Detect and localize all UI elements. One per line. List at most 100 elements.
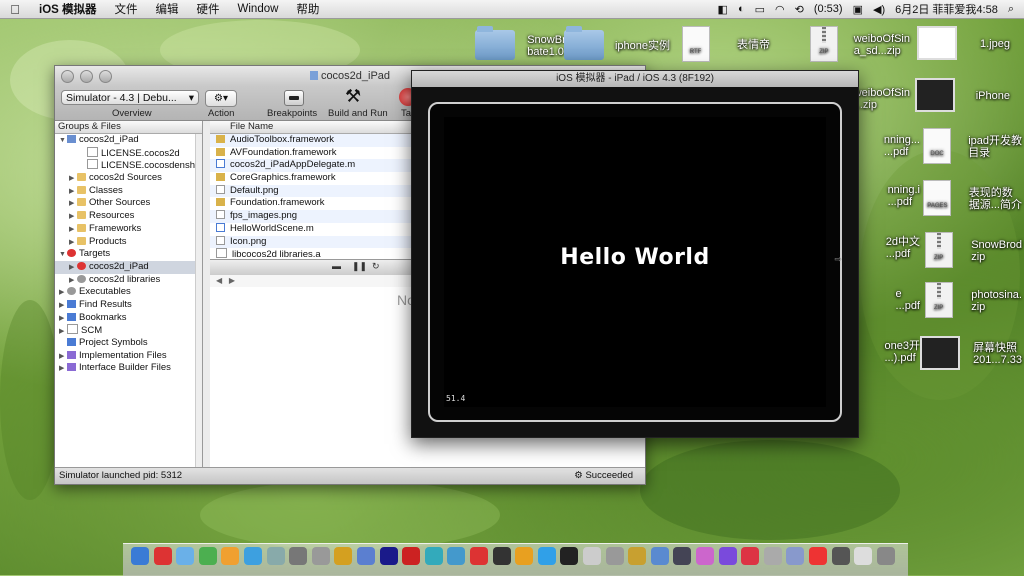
dock-app-icon[interactable] xyxy=(447,547,466,565)
dock-app-icon[interactable] xyxy=(537,547,556,565)
volume-icon[interactable]: ◀) xyxy=(873,3,885,16)
tree-item[interactable]: ▶ Products xyxy=(55,236,202,249)
dock-app-icon[interactable] xyxy=(718,547,737,565)
battery-label[interactable]: (0:53) xyxy=(814,3,843,15)
dock-app-icon[interactable] xyxy=(357,547,375,565)
disclosure-triangle-icon[interactable]: ▶ xyxy=(59,363,67,376)
status-icon-1[interactable]: ◧ xyxy=(718,3,728,16)
dock-app-icon[interactable] xyxy=(854,547,873,565)
apple-menu-icon[interactable]:  xyxy=(0,2,30,17)
spotlight-icon[interactable]: ⌕ xyxy=(1008,3,1014,16)
nav-back-icon[interactable]: ◀ xyxy=(216,276,222,285)
desktop-icon[interactable]: iphone实例 xyxy=(560,26,670,62)
pause-icon[interactable]: ❚❚ xyxy=(352,261,367,272)
tree-item[interactable]: ▶ SCM xyxy=(55,324,202,337)
wifi-icon[interactable]: ◠ xyxy=(775,3,785,16)
dock-app-icon[interactable] xyxy=(763,547,782,565)
groups-scrollbar[interactable] xyxy=(195,134,202,468)
tree-item[interactable]: Project Symbols xyxy=(55,337,202,350)
dock-app-icon[interactable] xyxy=(876,547,895,565)
dock-app-icon[interactable] xyxy=(153,547,172,565)
dock-app-icon[interactable] xyxy=(809,547,827,565)
tree-item[interactable]: ▶ Find Results xyxy=(55,299,202,312)
file-type-badge: ZIP xyxy=(933,305,944,311)
tree-item[interactable]: LICENSE.cocosdenshion xyxy=(55,159,202,172)
desktop-icon[interactable]: ZIP weiboOfSin a_sd...zip xyxy=(800,26,910,64)
tree-item[interactable]: ▶ Resources xyxy=(55,210,202,223)
desktop-icon-label: 屏幕快照 201...7.33 xyxy=(973,342,1022,366)
dock-app-icon[interactable] xyxy=(628,547,647,565)
menu-window[interactable]: Window xyxy=(229,3,288,15)
input-method-icon[interactable]: ▣ xyxy=(853,3,863,16)
dock-app-icon[interactable] xyxy=(131,547,149,565)
breakpoint-toggle-icon[interactable]: ▬ xyxy=(332,261,341,271)
screen-icon[interactable]: ▭ xyxy=(755,3,765,16)
close-button[interactable] xyxy=(61,70,74,83)
step-icon[interactable]: ↻ xyxy=(372,261,380,272)
clock[interactable]: 6月2日 菲菲爱我4:58 xyxy=(895,1,998,17)
menu-file[interactable]: 文件 xyxy=(106,1,147,17)
desktop-icon[interactable]: RTF 表情帝 xyxy=(660,26,770,64)
tree-item[interactable]: LICENSE.cocos2d xyxy=(55,146,202,160)
dock-app-icon[interactable] xyxy=(560,547,579,565)
tree-item[interactable]: ▶ Bookmarks xyxy=(55,312,202,325)
tree-item[interactable]: ▼ Targets xyxy=(55,248,202,261)
dock-app-icon[interactable] xyxy=(515,547,534,565)
dock-app-icon[interactable] xyxy=(311,547,330,565)
desktop-icon[interactable]: DOC ipad开发教 目录 xyxy=(912,128,1022,166)
dock-app-icon[interactable] xyxy=(786,547,805,565)
dock-app-icon[interactable] xyxy=(198,547,217,565)
tree-item[interactable]: ▶ Implementation Files xyxy=(55,350,202,363)
dock-app-icon[interactable] xyxy=(289,547,308,565)
tree-item[interactable]: ▶ Other Sources xyxy=(55,197,202,210)
menu-help[interactable]: 帮助 xyxy=(287,1,328,17)
home-button-icon[interactable]: ⇨ xyxy=(834,254,842,265)
dock-app-icon[interactable] xyxy=(492,547,511,565)
dock-app-icon[interactable] xyxy=(334,547,353,565)
simulator-titlebar[interactable]: iOS 模拟器 - iPad / iOS 4.3 (8F192) xyxy=(412,71,858,87)
dock-app-icon[interactable] xyxy=(402,547,421,565)
ipad-screen[interactable]: Hello World 51.4 xyxy=(444,117,826,407)
dock-app-icon[interactable] xyxy=(379,547,398,565)
tree-item[interactable]: ▶ Frameworks xyxy=(55,223,202,236)
desktop-icon[interactable]: 1.jpeg xyxy=(900,26,1010,62)
menu-edit[interactable]: 编辑 xyxy=(147,1,188,17)
tree-item[interactable]: ▶ Interface Builder Files xyxy=(55,362,202,375)
tree-item[interactable]: ▶ Classes xyxy=(55,185,202,198)
dock-app-icon[interactable] xyxy=(650,547,669,565)
dock-app-icon[interactable] xyxy=(696,547,714,565)
desktop-icon[interactable]: 屏幕快照 201...7.33 xyxy=(912,336,1022,372)
desktop-icon[interactable]: ZIP SnowBrod zip xyxy=(912,232,1022,270)
action-gear-button[interactable]: ⚙▾ xyxy=(205,90,237,107)
desktop-icon[interactable]: ZIP photosina. zip xyxy=(912,282,1022,320)
dock-app-icon[interactable] xyxy=(470,547,488,565)
desktop-icon[interactable]: iPhone xyxy=(900,78,1010,114)
zoom-button[interactable] xyxy=(99,70,112,83)
tree-item[interactable]: ▶ cocos2d libraries xyxy=(55,274,202,287)
file-name: AudioToolbox.framework xyxy=(230,134,335,145)
scheme-popup[interactable]: Simulator - 4.3 | Debu... ▾ xyxy=(61,90,199,105)
menu-hardware[interactable]: 硬件 xyxy=(188,1,229,17)
dock-app-icon[interactable] xyxy=(221,547,240,565)
sync-icon[interactable]: ⟲ xyxy=(795,3,804,16)
status-icon-2[interactable]: ◐ xyxy=(738,3,745,15)
breakpoints-button[interactable] xyxy=(284,90,304,106)
minimize-button[interactable] xyxy=(80,70,93,83)
dock-app-icon[interactable] xyxy=(673,547,692,565)
dock-app-icon[interactable] xyxy=(741,547,760,565)
nav-forward-icon[interactable]: ▶ xyxy=(229,276,235,285)
dock-app-icon[interactable] xyxy=(266,547,285,565)
tree-item[interactable]: ▶ Executables xyxy=(55,286,202,299)
menu-app-name[interactable]: iOS 模拟器 xyxy=(30,1,106,17)
dock-app-icon[interactable] xyxy=(244,547,262,565)
dock-app-icon[interactable] xyxy=(605,547,624,565)
dock-app-icon[interactable] xyxy=(583,547,601,565)
tree-item[interactable]: ▼ cocos2d_iPad xyxy=(55,134,202,147)
dock-app-icon[interactable] xyxy=(176,547,195,565)
dock-app-icon[interactable] xyxy=(831,547,850,565)
dock-app-icon[interactable] xyxy=(424,547,443,565)
desktop-icon[interactable]: PAGES 表现的数 据源...简介 xyxy=(912,180,1022,218)
tree-item[interactable]: ▶ cocos2d_iPad xyxy=(55,260,202,274)
build-and-run-button[interactable]: ⚒ xyxy=(345,86,361,107)
tree-item[interactable]: ▶ cocos2d Sources xyxy=(55,172,202,185)
